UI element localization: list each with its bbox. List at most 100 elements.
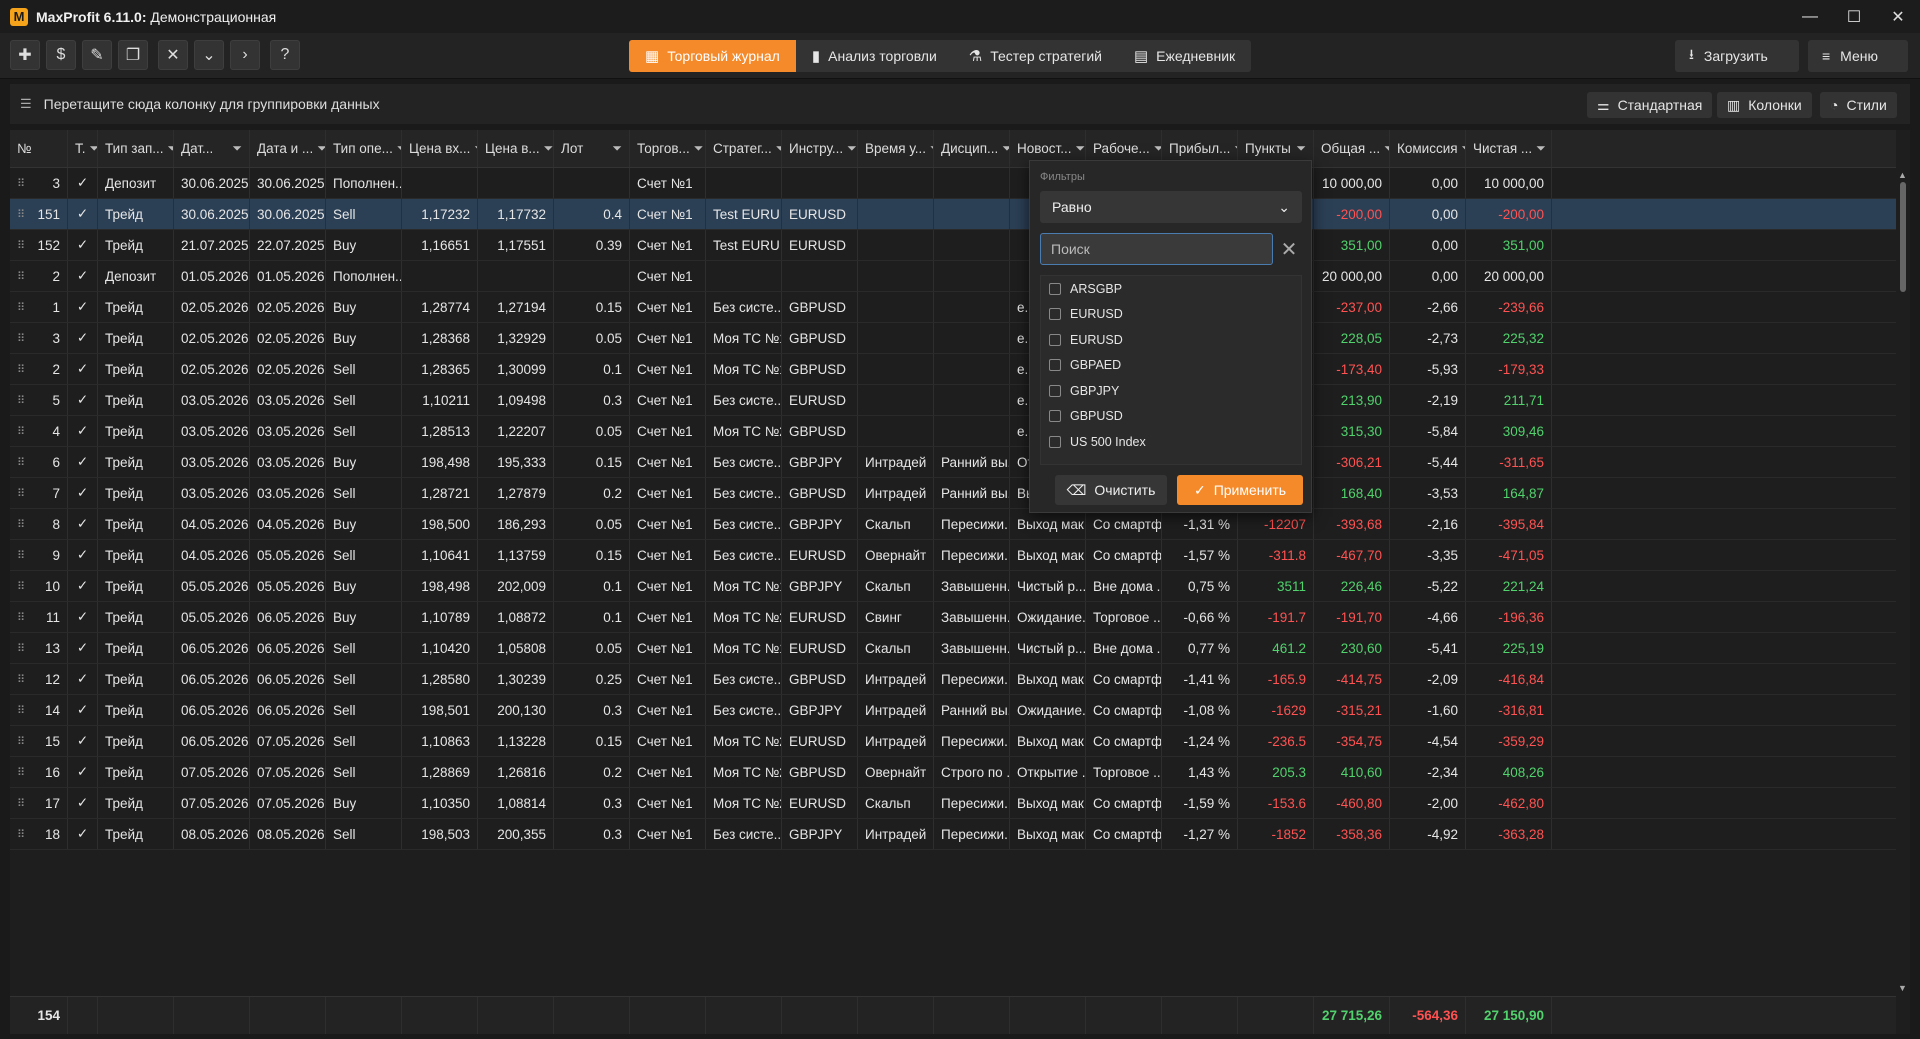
checkbox[interactable] bbox=[1049, 308, 1061, 321]
tab-diary[interactable]: ▤ Ежедневник bbox=[1118, 40, 1251, 72]
delete-button[interactable]: ✕ bbox=[158, 40, 188, 70]
table-row[interactable]: ⠿2✓Депозит01.05.2026...01.05.2026...Попо… bbox=[10, 261, 1896, 292]
filter-icon[interactable]: ⏷ bbox=[1296, 141, 1306, 156]
column-header-pin[interactable]: Цена вх...⏷ bbox=[402, 130, 478, 167]
drag-handle-icon[interactable]: ⠿ bbox=[17, 487, 26, 500]
column-header-ok[interactable]: Т.⏷ bbox=[68, 130, 98, 167]
filter-option[interactable]: EURUSD bbox=[1041, 302, 1301, 328]
column-header-net[interactable]: Чистая ... ⏷ bbox=[1466, 130, 1552, 167]
filter-icon[interactable]: ⏷ bbox=[1536, 141, 1546, 156]
filter-option[interactable]: GBPJPY bbox=[1041, 378, 1301, 404]
column-header-disc[interactable]: Дисцип...⏷ bbox=[934, 130, 1010, 167]
scroll-down-icon[interactable]: ▼ bbox=[1898, 983, 1907, 993]
filter-icon[interactable]: ⏷ bbox=[544, 141, 553, 156]
drag-handle-icon[interactable]: ⠿ bbox=[17, 394, 26, 407]
table-row[interactable]: ⠿5✓Трейд03.05.2026...03.05.2026...Sell1,… bbox=[10, 385, 1896, 416]
standard-layout-button[interactable]: ⚌ Стандартная bbox=[1587, 92, 1713, 118]
drag-handle-icon[interactable]: ⠿ bbox=[17, 177, 26, 190]
column-header-comm[interactable]: Комиссия⏷ bbox=[1390, 130, 1466, 167]
drag-handle-icon[interactable]: ⠿ bbox=[17, 580, 26, 593]
tab-journal[interactable]: ▦ Торговый журнал bbox=[629, 40, 796, 72]
column-header-d2[interactable]: Дата и ... ⏷ bbox=[250, 130, 326, 167]
close-button[interactable]: ✕ bbox=[1876, 0, 1920, 33]
table-row[interactable]: ⠿8✓Трейд04.05.2026...04.05.2026...Buy198… bbox=[10, 509, 1896, 540]
table-row[interactable]: ⠿152✓Трейд21.07.2025...22.07.2025...Buy1… bbox=[10, 230, 1896, 261]
table-row[interactable]: ⠿3✓Депозит30.06.2025...30.06.2025...Попо… bbox=[10, 168, 1896, 199]
filter-option[interactable]: GBPAED bbox=[1041, 353, 1301, 379]
filter-icon[interactable]: ⏷ bbox=[847, 141, 857, 156]
checkbox[interactable] bbox=[1049, 410, 1061, 423]
apply-filter-button[interactable]: ✓ Применить bbox=[1177, 475, 1303, 505]
tab-tester[interactable]: ⚗ Тестер стратегий bbox=[953, 40, 1118, 72]
drag-handle-icon[interactable]: ⠿ bbox=[17, 239, 26, 252]
load-button[interactable]: ⭳ Загрузить bbox=[1675, 40, 1799, 72]
drag-handle-icon[interactable]: ⠿ bbox=[17, 766, 26, 779]
checkbox[interactable] bbox=[1049, 435, 1061, 448]
table-row[interactable]: ⠿10✓Трейд05.05.2026...05.05.2026...Buy19… bbox=[10, 571, 1896, 602]
scroll-up-icon[interactable]: ▲ bbox=[1898, 170, 1907, 180]
filter-icon[interactable]: ⏷ bbox=[1075, 141, 1085, 156]
filter-search-input[interactable] bbox=[1040, 233, 1273, 265]
group-panel[interactable]: ☰ Перетащите сюда колонку для группировк… bbox=[10, 84, 1910, 124]
drag-handle-icon[interactable]: ⠿ bbox=[17, 363, 26, 376]
checkbox[interactable] bbox=[1049, 384, 1061, 397]
column-header-strat[interactable]: Стратег...⏷ bbox=[706, 130, 782, 167]
filter-icon[interactable]: ⏷ bbox=[612, 141, 622, 156]
table-row[interactable]: ⠿3✓Трейд02.05.2026...02.05.2026...Buy1,2… bbox=[10, 323, 1896, 354]
table-row[interactable]: ⠿4✓Трейд03.05.2026...03.05.2026...Sell1,… bbox=[10, 416, 1896, 447]
drag-handle-icon[interactable]: ⠿ bbox=[17, 735, 26, 748]
table-row[interactable]: ⠿1✓Трейд02.05.2026...02.05.2026...Buy1,2… bbox=[10, 292, 1896, 323]
table-row[interactable]: ⠿18✓Трейд08.05.2026...08.05.2026...Sell1… bbox=[10, 819, 1896, 850]
column-header-time[interactable]: Время у...⏷ bbox=[858, 130, 934, 167]
column-header-acc[interactable]: Торгов... ⏷ bbox=[630, 130, 706, 167]
drag-handle-icon[interactable]: ⠿ bbox=[17, 456, 26, 469]
drag-handle-icon[interactable]: ⠿ bbox=[17, 673, 26, 686]
drag-handle-icon[interactable]: ⠿ bbox=[17, 549, 26, 562]
column-header-n[interactable]: № bbox=[10, 130, 68, 167]
filter-option[interactable]: US 500 Index bbox=[1041, 429, 1301, 455]
table-row[interactable]: ⠿15✓Трейд06.05.2026...07.05.2026...Sell1… bbox=[10, 726, 1896, 757]
vertical-scrollbar[interactable]: ▲ ▼ bbox=[1896, 168, 1910, 996]
add-deposit-button[interactable]: $ bbox=[46, 40, 76, 70]
table-row[interactable]: ⠿7✓Трейд03.05.2026...03.05.2026...Sell1,… bbox=[10, 478, 1896, 509]
columns-button[interactable]: ▥ Колонки bbox=[1717, 92, 1812, 118]
column-header-inst[interactable]: Инстру... ⏷ bbox=[782, 130, 858, 167]
table-row[interactable]: ⠿13✓Трейд06.05.2026...06.05.2026...Sell1… bbox=[10, 633, 1896, 664]
menu-button[interactable]: ≡ Меню bbox=[1808, 40, 1908, 72]
clear-search-icon[interactable]: ✕ bbox=[1276, 233, 1302, 265]
clear-filter-button[interactable]: ⌫ Очистить bbox=[1055, 475, 1167, 505]
expand-button[interactable]: ⌄ bbox=[194, 40, 224, 70]
table-row[interactable]: ⠿6✓Трейд03.05.2026...03.05.2026...Buy198… bbox=[10, 447, 1896, 478]
drag-handle-icon[interactable]: ⠿ bbox=[17, 425, 26, 438]
drag-handle-icon[interactable]: ⠿ bbox=[17, 797, 26, 810]
copy-button[interactable]: ❐ bbox=[118, 40, 148, 70]
filter-icon[interactable]: ⏷ bbox=[90, 141, 97, 156]
drag-handle-icon[interactable]: ⠿ bbox=[17, 301, 26, 314]
column-header-pout[interactable]: Цена в... ⏷ bbox=[478, 130, 554, 167]
filter-icon[interactable]: ⏷ bbox=[694, 141, 704, 156]
table-row[interactable]: ⠿12✓Трейд06.05.2026...06.05.2026...Sell1… bbox=[10, 664, 1896, 695]
edit-button[interactable]: ✎ bbox=[82, 40, 112, 70]
scroll-thumb[interactable] bbox=[1900, 182, 1906, 292]
next-button[interactable]: › bbox=[230, 40, 260, 70]
add-trade-button[interactable]: ✚ bbox=[10, 40, 40, 70]
column-header-d1[interactable]: Дат... ⏷ bbox=[174, 130, 250, 167]
maximize-button[interactable]: ☐ bbox=[1832, 0, 1876, 33]
filter-icon[interactable]: ⏷ bbox=[1002, 141, 1009, 156]
filter-operator-dropdown[interactable]: Равно ⌄ bbox=[1040, 191, 1302, 223]
styles-button[interactable]: ◔ Стили bbox=[1820, 92, 1897, 118]
tab-analysis[interactable]: ▮ Анализ торговли bbox=[796, 40, 953, 72]
help-button[interactable]: ? bbox=[270, 40, 300, 70]
column-header-gross[interactable]: Общая ...⏷ bbox=[1314, 130, 1390, 167]
table-row[interactable]: ⠿17✓Трейд07.05.2026...07.05.2026...Buy1,… bbox=[10, 788, 1896, 819]
filter-option[interactable]: GBPUSD bbox=[1041, 404, 1301, 430]
checkbox[interactable] bbox=[1049, 359, 1061, 372]
table-row[interactable]: ⠿16✓Трейд07.05.2026...07.05.2026...Sell1… bbox=[10, 757, 1896, 788]
filter-option[interactable]: ARSGBP bbox=[1041, 276, 1301, 302]
filter-icon[interactable]: ⏷ bbox=[232, 141, 242, 156]
drag-handle-icon[interactable]: ⠿ bbox=[17, 611, 26, 624]
drag-handle-icon[interactable]: ⠿ bbox=[17, 208, 26, 221]
table-row[interactable]: ⠿14✓Трейд06.05.2026...06.05.2026...Sell1… bbox=[10, 695, 1896, 726]
filter-icon[interactable]: ⏷ bbox=[317, 141, 325, 156]
drag-handle-icon[interactable]: ⠿ bbox=[17, 828, 26, 841]
